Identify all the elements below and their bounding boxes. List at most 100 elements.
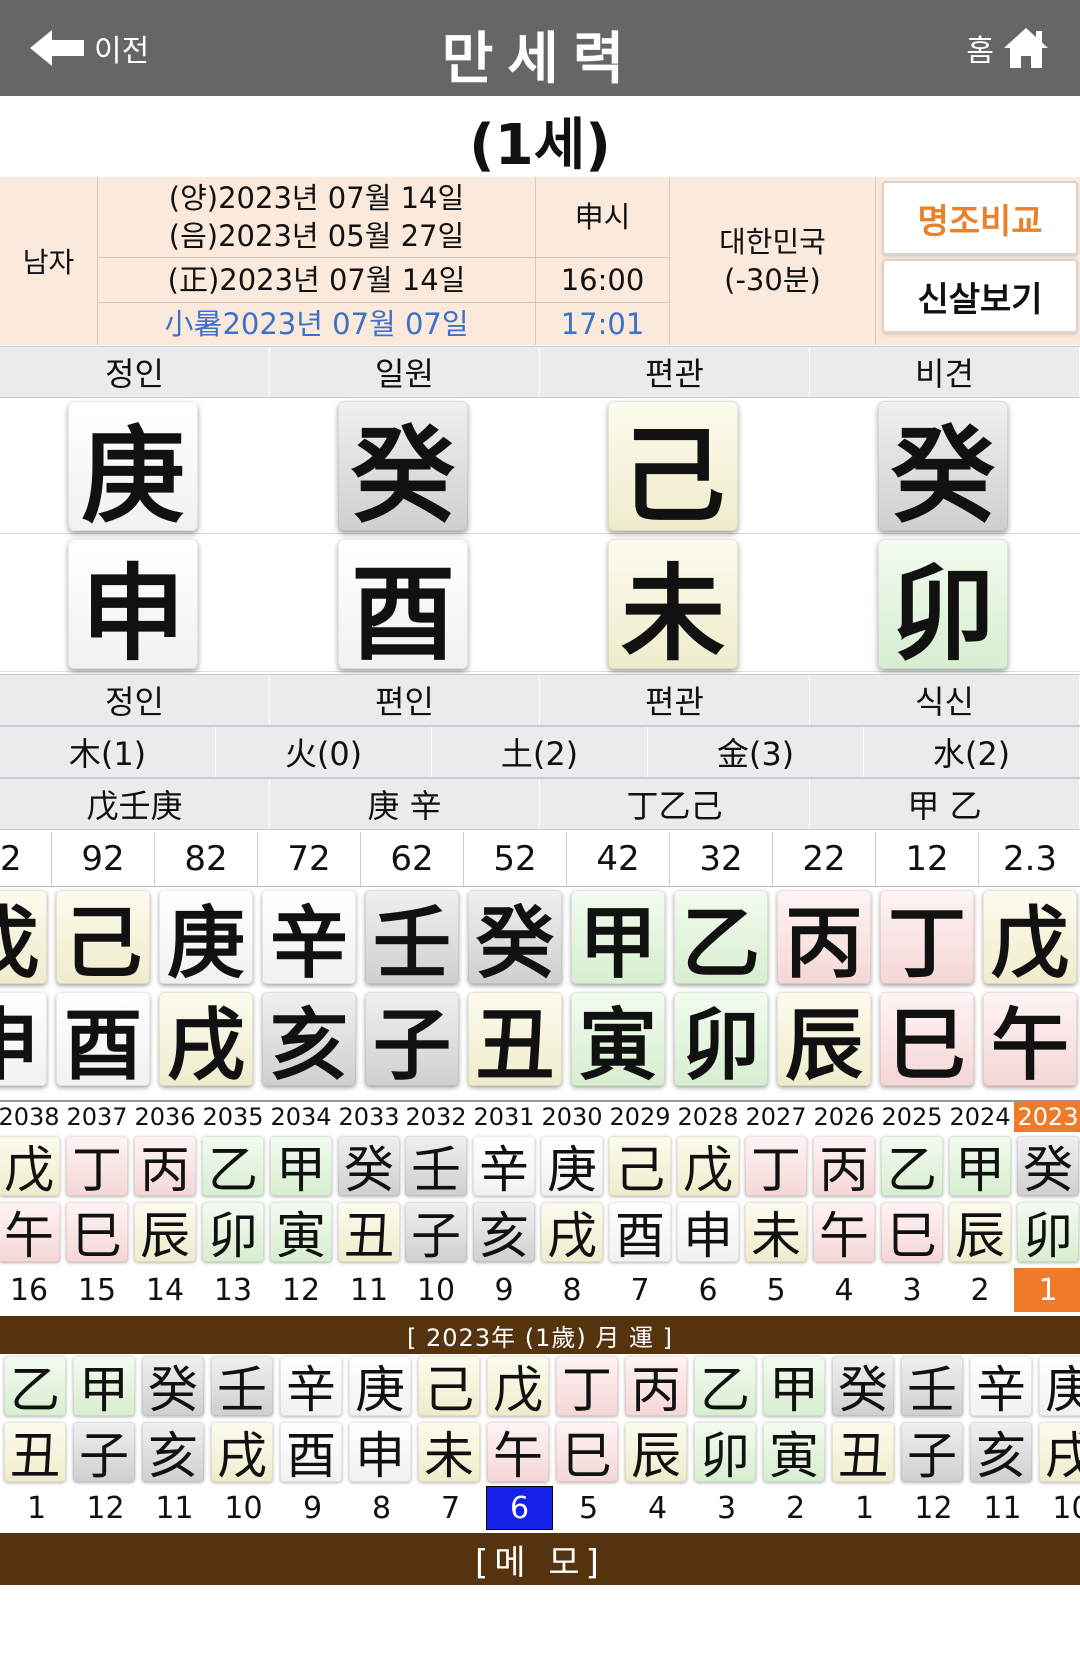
wolun-month[interactable]: 12 (900, 1486, 967, 1530)
seun-stem-tile[interactable]: 丁 (745, 1136, 807, 1199)
branch-tile-month[interactable]: 未 (608, 539, 738, 675)
wolun-stem-tile[interactable]: 甲 (73, 1356, 135, 1419)
seun-branch-tile[interactable]: 未 (745, 1202, 807, 1265)
seun-branch-tile[interactable]: 午 (813, 1202, 875, 1265)
daeun-stem-tile[interactable]: 辛 (262, 890, 356, 989)
wolun-month[interactable]: 8 (348, 1486, 415, 1530)
wolun-month[interactable]: 1 (3, 1486, 70, 1530)
stem-tile-month[interactable]: 己 (608, 401, 738, 537)
wolun-stem-tile[interactable]: 壬 (211, 1356, 273, 1419)
seun-branch-tile[interactable]: 巳 (66, 1202, 128, 1265)
wolun-branch-tile[interactable]: 亥 (142, 1422, 204, 1485)
seun-branch-tile[interactable]: 寅 (270, 1202, 332, 1265)
seun-stem-tile[interactable]: 乙 (881, 1136, 943, 1199)
wolun-stem-tile[interactable]: 癸 (142, 1356, 204, 1419)
wolun-stem-tile[interactable]: 甲 (763, 1356, 825, 1419)
wolun-month[interactable]: 12 (72, 1486, 139, 1530)
wolun-branch-tile[interactable]: 亥 (970, 1422, 1032, 1485)
wolun-branch-tile[interactable]: 子 (73, 1422, 135, 1485)
seun-stem-tile[interactable]: 丙 (134, 1136, 196, 1199)
branch-tile-year[interactable]: 卯 (878, 539, 1008, 675)
daeun-stem-tile[interactable]: 癸 (468, 890, 562, 989)
daeun-branch-tile[interactable]: 丑 (468, 992, 562, 1091)
wolun-stem-tile[interactable]: 丙 (625, 1356, 687, 1419)
daeun-stem-tile[interactable]: 丙 (777, 890, 871, 989)
seun-stem-tile[interactable]: 丁 (66, 1136, 128, 1199)
daeun-branch-tile[interactable]: 亥 (262, 992, 356, 1091)
seun-branch-tile[interactable]: 辰 (949, 1202, 1011, 1265)
wolun-month[interactable]: 7 (417, 1486, 484, 1530)
stem-tile-year[interactable]: 癸 (878, 401, 1008, 537)
wolun-stem-tile[interactable]: 丁 (556, 1356, 618, 1419)
wolun-stem-tile[interactable]: 庚 (349, 1356, 411, 1419)
wolun-stem-tile[interactable]: 乙 (4, 1356, 66, 1419)
wolun-month[interactable]: 9 (279, 1486, 346, 1530)
wolun-branch-tile[interactable]: 戌 (1039, 1422, 1080, 1485)
wolun-branch-tile[interactable]: 午 (487, 1422, 549, 1485)
wolun-stem-tile[interactable]: 乙 (694, 1356, 756, 1419)
compare-chart-button[interactable]: 명조비교 (882, 181, 1078, 255)
wolun-branch-tile[interactable]: 戌 (211, 1422, 273, 1485)
daeun-stem-tile[interactable]: 己 (56, 890, 150, 989)
wolun-branch-tile[interactable]: 申 (349, 1422, 411, 1485)
wolun-month[interactable]: 1 (831, 1486, 898, 1530)
daeun-stem-tile[interactable]: 甲 (571, 890, 665, 989)
seun-stem-tile[interactable]: 癸 (338, 1136, 400, 1199)
seun-stem-tile[interactable]: 戊 (677, 1136, 739, 1199)
seun-branch-tile[interactable]: 亥 (473, 1202, 535, 1265)
daeun-branch-tile[interactable]: 子 (365, 992, 459, 1091)
wolun-stem-tile[interactable]: 癸 (832, 1356, 894, 1419)
daeun-stem-tile[interactable]: 戊 (983, 890, 1077, 989)
wolun-month[interactable]: 10 (210, 1486, 277, 1530)
wolun-branch-tile[interactable]: 寅 (763, 1422, 825, 1485)
wolun-branch-tile[interactable]: 酉 (280, 1422, 342, 1485)
branch-tile-hour[interactable]: 申 (68, 539, 198, 675)
seun-stem-tile[interactable]: 庚 (541, 1136, 603, 1199)
daeun-branch-tile[interactable]: 午 (983, 992, 1077, 1091)
seun-branch-tile[interactable]: 子 (405, 1202, 467, 1265)
seun-stem-tile[interactable]: 丙 (813, 1136, 875, 1199)
wolun-branch-tile[interactable]: 巳 (556, 1422, 618, 1485)
wolun-stem-tile[interactable]: 壬 (901, 1356, 963, 1419)
wolun-month[interactable]: 11 (141, 1486, 208, 1530)
branch-tile-day[interactable]: 酉 (338, 539, 468, 675)
wolun-branch-tile[interactable]: 辰 (625, 1422, 687, 1485)
seun-branch-tile[interactable]: 辰 (134, 1202, 196, 1265)
seun-stem-tile[interactable]: 癸 (1017, 1136, 1079, 1199)
daeun-branch-tile[interactable]: 巳 (880, 992, 974, 1091)
seun-stem-tile[interactable]: 己 (609, 1136, 671, 1199)
daeun-branch-tile[interactable]: 卯 (674, 992, 768, 1091)
seun-branch-tile[interactable]: 午 (0, 1202, 60, 1265)
seun-branch-tile[interactable]: 申 (677, 1202, 739, 1265)
seun-stem-tile[interactable]: 甲 (949, 1136, 1011, 1199)
daeun-stem-tile[interactable]: 庚 (159, 890, 253, 989)
daeun-branch-tile[interactable]: 申 (0, 992, 47, 1091)
wolun-month[interactable]: 4 (624, 1486, 691, 1530)
wolun-branch-tile[interactable]: 未 (418, 1422, 480, 1485)
wolun-month[interactable]: 11 (969, 1486, 1036, 1530)
daeun-branch-tile[interactable]: 戌 (159, 992, 253, 1091)
home-button[interactable]: 홈 (966, 26, 1050, 70)
memo-button[interactable]: [메 모] (0, 1533, 1080, 1585)
seun-branch-tile[interactable]: 巳 (881, 1202, 943, 1265)
wolun-month[interactable]: 6 (486, 1486, 553, 1530)
stem-tile-day[interactable]: 癸 (338, 401, 468, 537)
seun-branch-tile[interactable]: 戌 (541, 1202, 603, 1265)
daeun-stem-tile[interactable]: 壬 (365, 890, 459, 989)
wolun-stem-tile[interactable]: 辛 (280, 1356, 342, 1419)
wolun-branch-tile[interactable]: 丑 (4, 1422, 66, 1485)
seun-stem-tile[interactable]: 壬 (405, 1136, 467, 1199)
wolun-month[interactable]: 2 (762, 1486, 829, 1530)
stem-tile-hour[interactable]: 庚 (68, 401, 198, 537)
wolun-month[interactable]: 3 (693, 1486, 760, 1530)
wolun-branch-tile[interactable]: 卯 (694, 1422, 756, 1485)
wolun-branch-tile[interactable]: 子 (901, 1422, 963, 1485)
wolun-stem-tile[interactable]: 庚 (1039, 1356, 1080, 1419)
daeun-branch-tile[interactable]: 酉 (56, 992, 150, 1091)
daeun-stem-tile[interactable]: 丁 (880, 890, 974, 989)
wolun-stem-tile[interactable]: 戊 (487, 1356, 549, 1419)
seun-branch-tile[interactable]: 丑 (338, 1202, 400, 1265)
seun-stem-tile[interactable]: 乙 (202, 1136, 264, 1199)
daeun-stem-tile[interactable]: 乙 (674, 890, 768, 989)
shinsal-view-button[interactable]: 신살보기 (882, 259, 1078, 333)
